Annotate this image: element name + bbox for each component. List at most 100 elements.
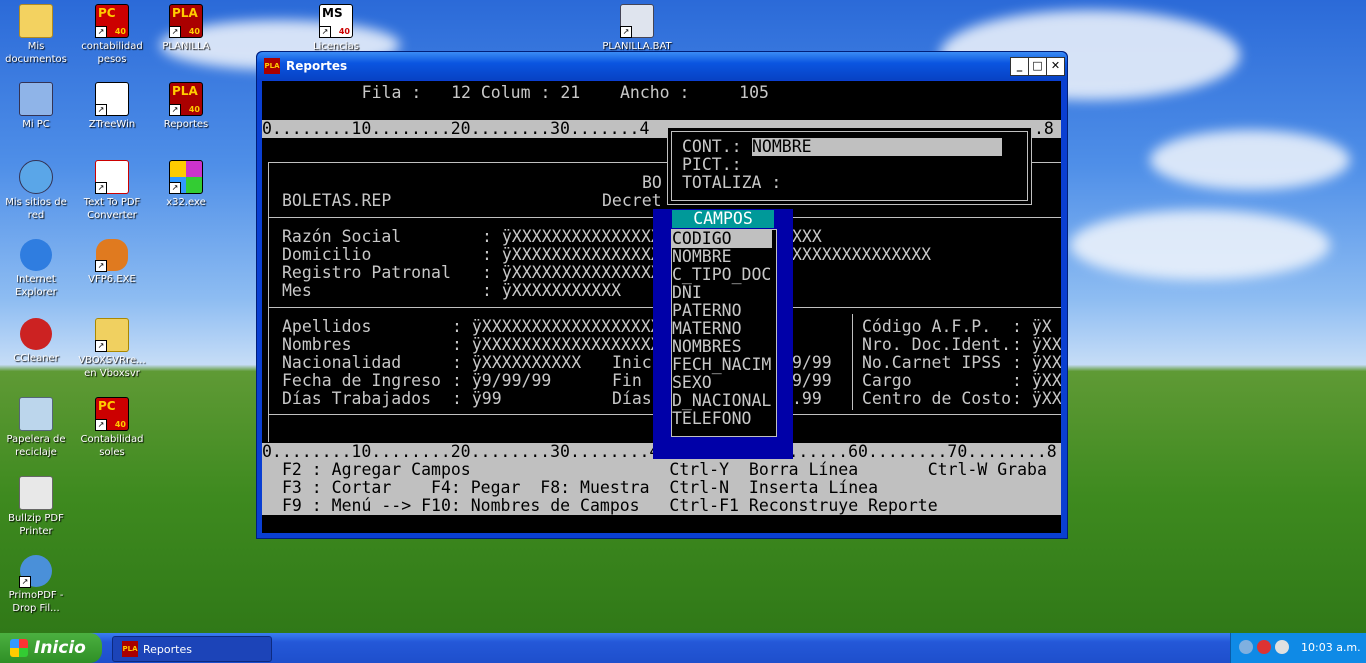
recycle-bin-icon xyxy=(19,397,53,431)
campos-item[interactable]: CODIGO xyxy=(672,230,772,248)
desktop-icon-internet-explorer[interactable]: Internet Explorer xyxy=(0,239,75,299)
pla40-icon: PLA 40 ↗ xyxy=(169,4,203,38)
top-ruler-text: 0........10........20........30.......4 xyxy=(262,119,650,138)
desktop-icon-reportes[interactable]: PLA 40 ↗ Reportes xyxy=(147,82,225,131)
maximize-button[interactable]: □ xyxy=(1028,57,1047,76)
desktop-icon-label: Papelera de reciclaje xyxy=(6,434,66,458)
desktop-icon-text-to-pdf[interactable]: ↗ Text To PDF Converter xyxy=(73,160,151,222)
employee-field-value: : ÿ9/99/99 xyxy=(452,371,552,390)
totaliza-label: TOTALIZA : xyxy=(682,173,782,192)
campos-item[interactable]: D_NACIONAL xyxy=(672,392,771,410)
window-titlebar[interactable]: PLA Reportes xyxy=(257,52,1067,80)
campos-list[interactable]: CODIGO NOMBRE C_TIPO_DOC DNI PATERNO MAT… xyxy=(671,229,777,437)
campos-item[interactable]: FECH_NACIM xyxy=(672,356,771,374)
security-tray-icon[interactable] xyxy=(1257,640,1271,654)
pla40-icon: PLA 40 ↗ xyxy=(169,82,203,116)
employee-mid-value: .99 xyxy=(792,389,822,408)
cloud xyxy=(1070,210,1330,280)
taskbar-item-reportes[interactable]: PLA Reportes xyxy=(112,636,272,662)
console-area[interactable]: Fila : 12 Colum : 21 Ancho : 105 0......… xyxy=(262,81,1061,533)
desktop-icon-ztreewin[interactable]: ↗ ZTreeWin xyxy=(73,82,151,131)
campos-item[interactable]: DNI xyxy=(672,284,702,302)
desktop-icon-mis-sitios-de-red[interactable]: Mis sitios de red xyxy=(0,160,75,222)
cont-input[interactable]: NOMBRE xyxy=(752,138,1002,156)
folder-icon xyxy=(19,4,53,38)
desktop-icon-label: Reportes xyxy=(163,119,209,130)
campos-picker: CAMPOS CODIGO NOMBRE C_TIPO_DOC DNI PATE… xyxy=(653,209,793,459)
windows-flag-icon xyxy=(10,639,28,657)
volume-tray-icon[interactable] xyxy=(1275,640,1289,654)
employee-right-label: Código A.F.P. xyxy=(862,317,992,336)
desktop-icon-label: Mis documentos xyxy=(5,41,67,65)
exe-icon: ↗ xyxy=(169,160,203,194)
cursor-position-line: Fila : 12 Colum : 21 Ancho : 105 xyxy=(312,83,769,102)
desktop-icon-papelera[interactable]: Papelera de reciclaje xyxy=(0,397,75,459)
close-button[interactable]: ✕ xyxy=(1046,57,1065,76)
desktop-icon-planilla[interactable]: PLA 40 ↗ PLANILLA xyxy=(147,4,225,53)
desktop-icon-label: VBOXSVRre... en Vboxsvr xyxy=(78,355,146,379)
desktop-icon-mi-pc[interactable]: Mi PC xyxy=(0,82,75,131)
clock[interactable]: 10:03 a.m. xyxy=(1301,641,1361,654)
campos-item[interactable]: TELEFONO xyxy=(672,410,751,428)
ie-icon xyxy=(20,239,52,271)
ccleaner-icon xyxy=(20,318,52,350)
campos-item[interactable]: SEXO xyxy=(672,374,712,392)
desktop-icon-label: Text To PDF Converter xyxy=(83,197,141,221)
pict-label: PICT.: xyxy=(682,155,742,174)
cloud xyxy=(1150,130,1350,190)
desktop-icon-bullzip[interactable]: Bullzip PDF Printer xyxy=(0,476,75,538)
ms-icon: MS 40 ↗ xyxy=(319,4,353,38)
desktop-icon-ccleaner[interactable]: CCleaner xyxy=(0,318,75,365)
desktop-icon-label: contabilidad pesos xyxy=(81,41,143,65)
desktop-icon-vboxsvr[interactable]: ↗ VBOXSVRre... en Vboxsvr xyxy=(73,318,151,380)
company-field-value: : ÿXXXXXXXXXXX xyxy=(482,281,622,300)
employee-field-label: Nacionalidad xyxy=(282,353,402,372)
batch-file-icon: ↗ xyxy=(620,4,654,38)
campos-item[interactable]: MATERNO xyxy=(672,320,742,338)
primopdf-icon: ↗ xyxy=(19,555,52,588)
employee-mid-label: Fin xyxy=(612,371,642,390)
campos-item[interactable]: NOMBRES xyxy=(672,338,742,356)
network-icon xyxy=(19,160,53,194)
system-tray: 10:03 a.m. xyxy=(1230,633,1366,663)
window-title: Reportes xyxy=(286,59,348,73)
cont-input-value: NOMBRE xyxy=(752,137,812,156)
employee-right-value: : ÿXX xyxy=(1012,389,1061,408)
desktop-icon-contabilidad-pesos[interactable]: PC 40 ↗ contabilidad pesos xyxy=(73,4,151,66)
desktop-icon-contabilidad-soles[interactable]: PC 40 ↗ Contabilidad soles xyxy=(73,397,151,459)
campos-item[interactable]: PATERNO xyxy=(672,302,742,320)
desktop-icon-mis-documentos[interactable]: Mis documentos xyxy=(0,4,75,66)
company-field-overflow: XXXXXXXXXXXXXX xyxy=(792,245,932,264)
printer-icon xyxy=(19,476,53,510)
employee-mid-value: 9/99 xyxy=(792,371,832,390)
employee-mid-value: 9/99 xyxy=(792,353,832,372)
desktop-icon-label: Bullzip PDF Printer xyxy=(8,513,64,537)
desktop-icon-planilla-bat[interactable]: ↗ PLANILLA.BAT xyxy=(598,4,676,53)
top-ruler-end: .8 xyxy=(1034,119,1054,138)
company-field-value: : ÿXXXXXXXXXXXXXXX xyxy=(482,227,661,246)
desktop-icon-x32[interactable]: ↗ x32.exe xyxy=(147,160,225,209)
help-line: F3 : Cortar F4: Pegar F8: Muestra Ctrl-N… xyxy=(282,478,879,497)
campos-header: CAMPOS xyxy=(672,210,774,228)
employee-right-label: Centro de Costo xyxy=(862,389,1012,408)
campos-item[interactable]: NOMBRE xyxy=(672,248,732,266)
employee-field-label: Días Trabajados xyxy=(282,389,432,408)
pla-app-icon: PLA xyxy=(122,641,138,657)
employee-right-label: Cargo xyxy=(862,371,912,390)
employee-field-value: : ÿXXXXXXXXXX xyxy=(452,353,582,372)
desktop-icon-label: Internet Explorer xyxy=(15,274,57,298)
campos-item[interactable]: C_TIPO_DOC xyxy=(672,266,771,284)
employee-mid-label: Inic xyxy=(612,353,652,372)
report-file-name: BOLETAS.REP xyxy=(282,191,392,210)
start-button[interactable]: Inicio xyxy=(0,633,102,663)
employee-right-value: : ÿXX xyxy=(1012,371,1061,390)
desktop-icon-label: VFP6.EXE xyxy=(88,274,136,285)
fox-icon: ↗ xyxy=(95,239,128,272)
desktop-icon-primopdf[interactable]: ↗ PrimoPDF - Drop Fil... xyxy=(0,555,75,615)
help-line: F2 : Agregar Campos Ctrl-Y Borra Línea C… xyxy=(282,460,1047,479)
pdf-icon: ↗ xyxy=(95,160,129,194)
network-tray-icon[interactable] xyxy=(1239,640,1253,654)
minimize-button[interactable]: _ xyxy=(1010,57,1029,76)
desktop-icon-licencias[interactable]: MS 40 ↗ Licencias xyxy=(297,4,375,53)
desktop-icon-vfp6[interactable]: ↗ VFP6.EXE xyxy=(73,239,151,286)
